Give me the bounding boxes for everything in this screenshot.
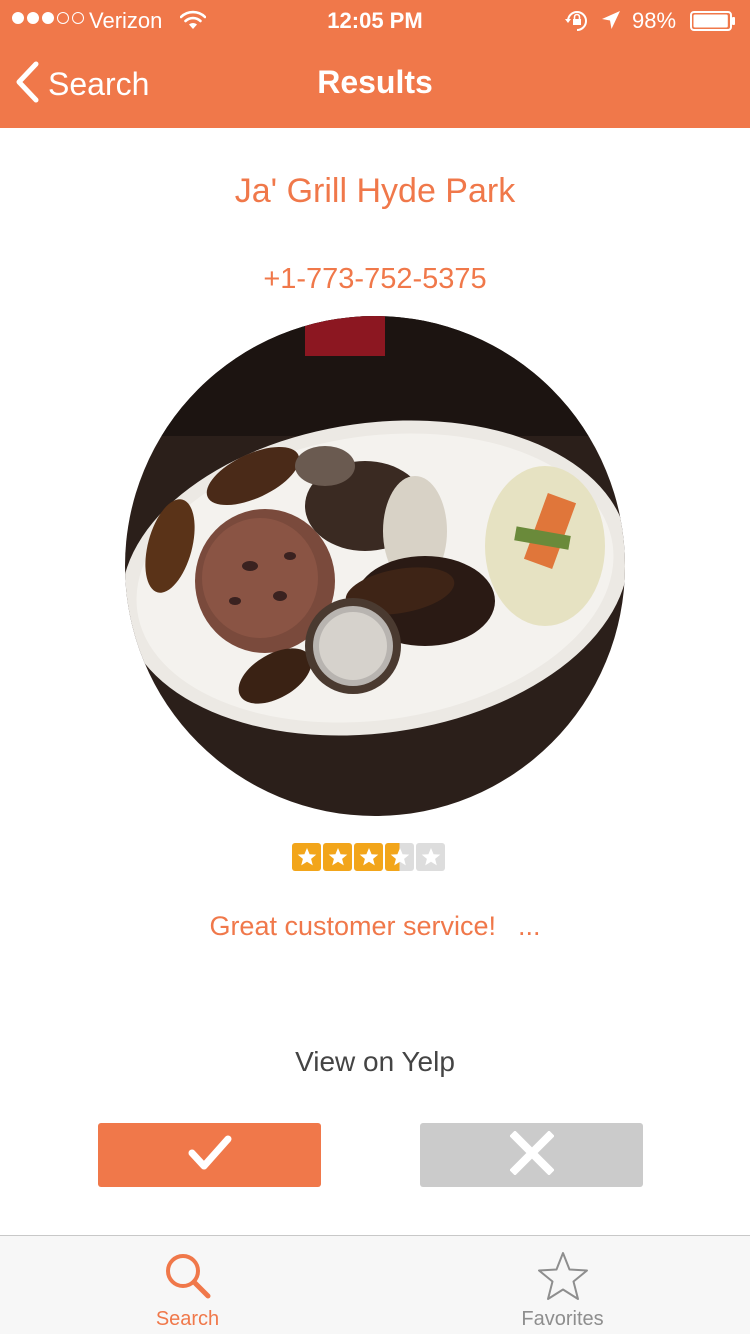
x-icon xyxy=(508,1129,555,1180)
star-icon xyxy=(535,1250,591,1309)
rotation-lock-icon xyxy=(564,9,590,39)
location-arrow-icon xyxy=(600,9,622,37)
rating-star-icon xyxy=(323,843,352,871)
status-bar: Verizon 12:05 PM 98% xyxy=(0,0,750,40)
rating-star-icon xyxy=(385,843,414,871)
business-photo xyxy=(125,316,625,816)
tab-favorites[interactable]: Favorites xyxy=(375,1236,750,1335)
checkmark-icon xyxy=(188,1135,232,1176)
reject-button[interactable] xyxy=(420,1123,643,1187)
battery-icon xyxy=(690,11,736,31)
navigation-bar: Verizon 12:05 PM 98% Search Results xyxy=(0,0,750,128)
view-on-yelp-link[interactable]: View on Yelp xyxy=(0,1046,750,1078)
tab-search-label: Search xyxy=(155,1308,220,1330)
star-rating xyxy=(292,843,445,871)
review-more-link[interactable]: ... xyxy=(518,911,541,941)
rating-star-icon xyxy=(354,843,383,871)
review-snippet: Great customer service!... xyxy=(0,911,750,942)
battery-percentage: 98% xyxy=(632,8,677,33)
rating-star-icon xyxy=(292,843,321,871)
tab-search[interactable]: Search xyxy=(0,1236,375,1335)
accept-button[interactable] xyxy=(98,1123,321,1187)
tab-favorites-label: Favorites xyxy=(521,1308,604,1330)
search-icon xyxy=(162,1250,214,1307)
tab-bar: Search Favorites xyxy=(0,1235,750,1334)
business-name: Ja' Grill Hyde Park xyxy=(234,172,516,210)
page-title: Results xyxy=(317,64,433,100)
business-phone-link[interactable]: +1-773-752-5375 xyxy=(0,263,750,296)
review-snippet-text: Great customer service! xyxy=(209,911,497,941)
rating-star-icon xyxy=(416,843,445,871)
